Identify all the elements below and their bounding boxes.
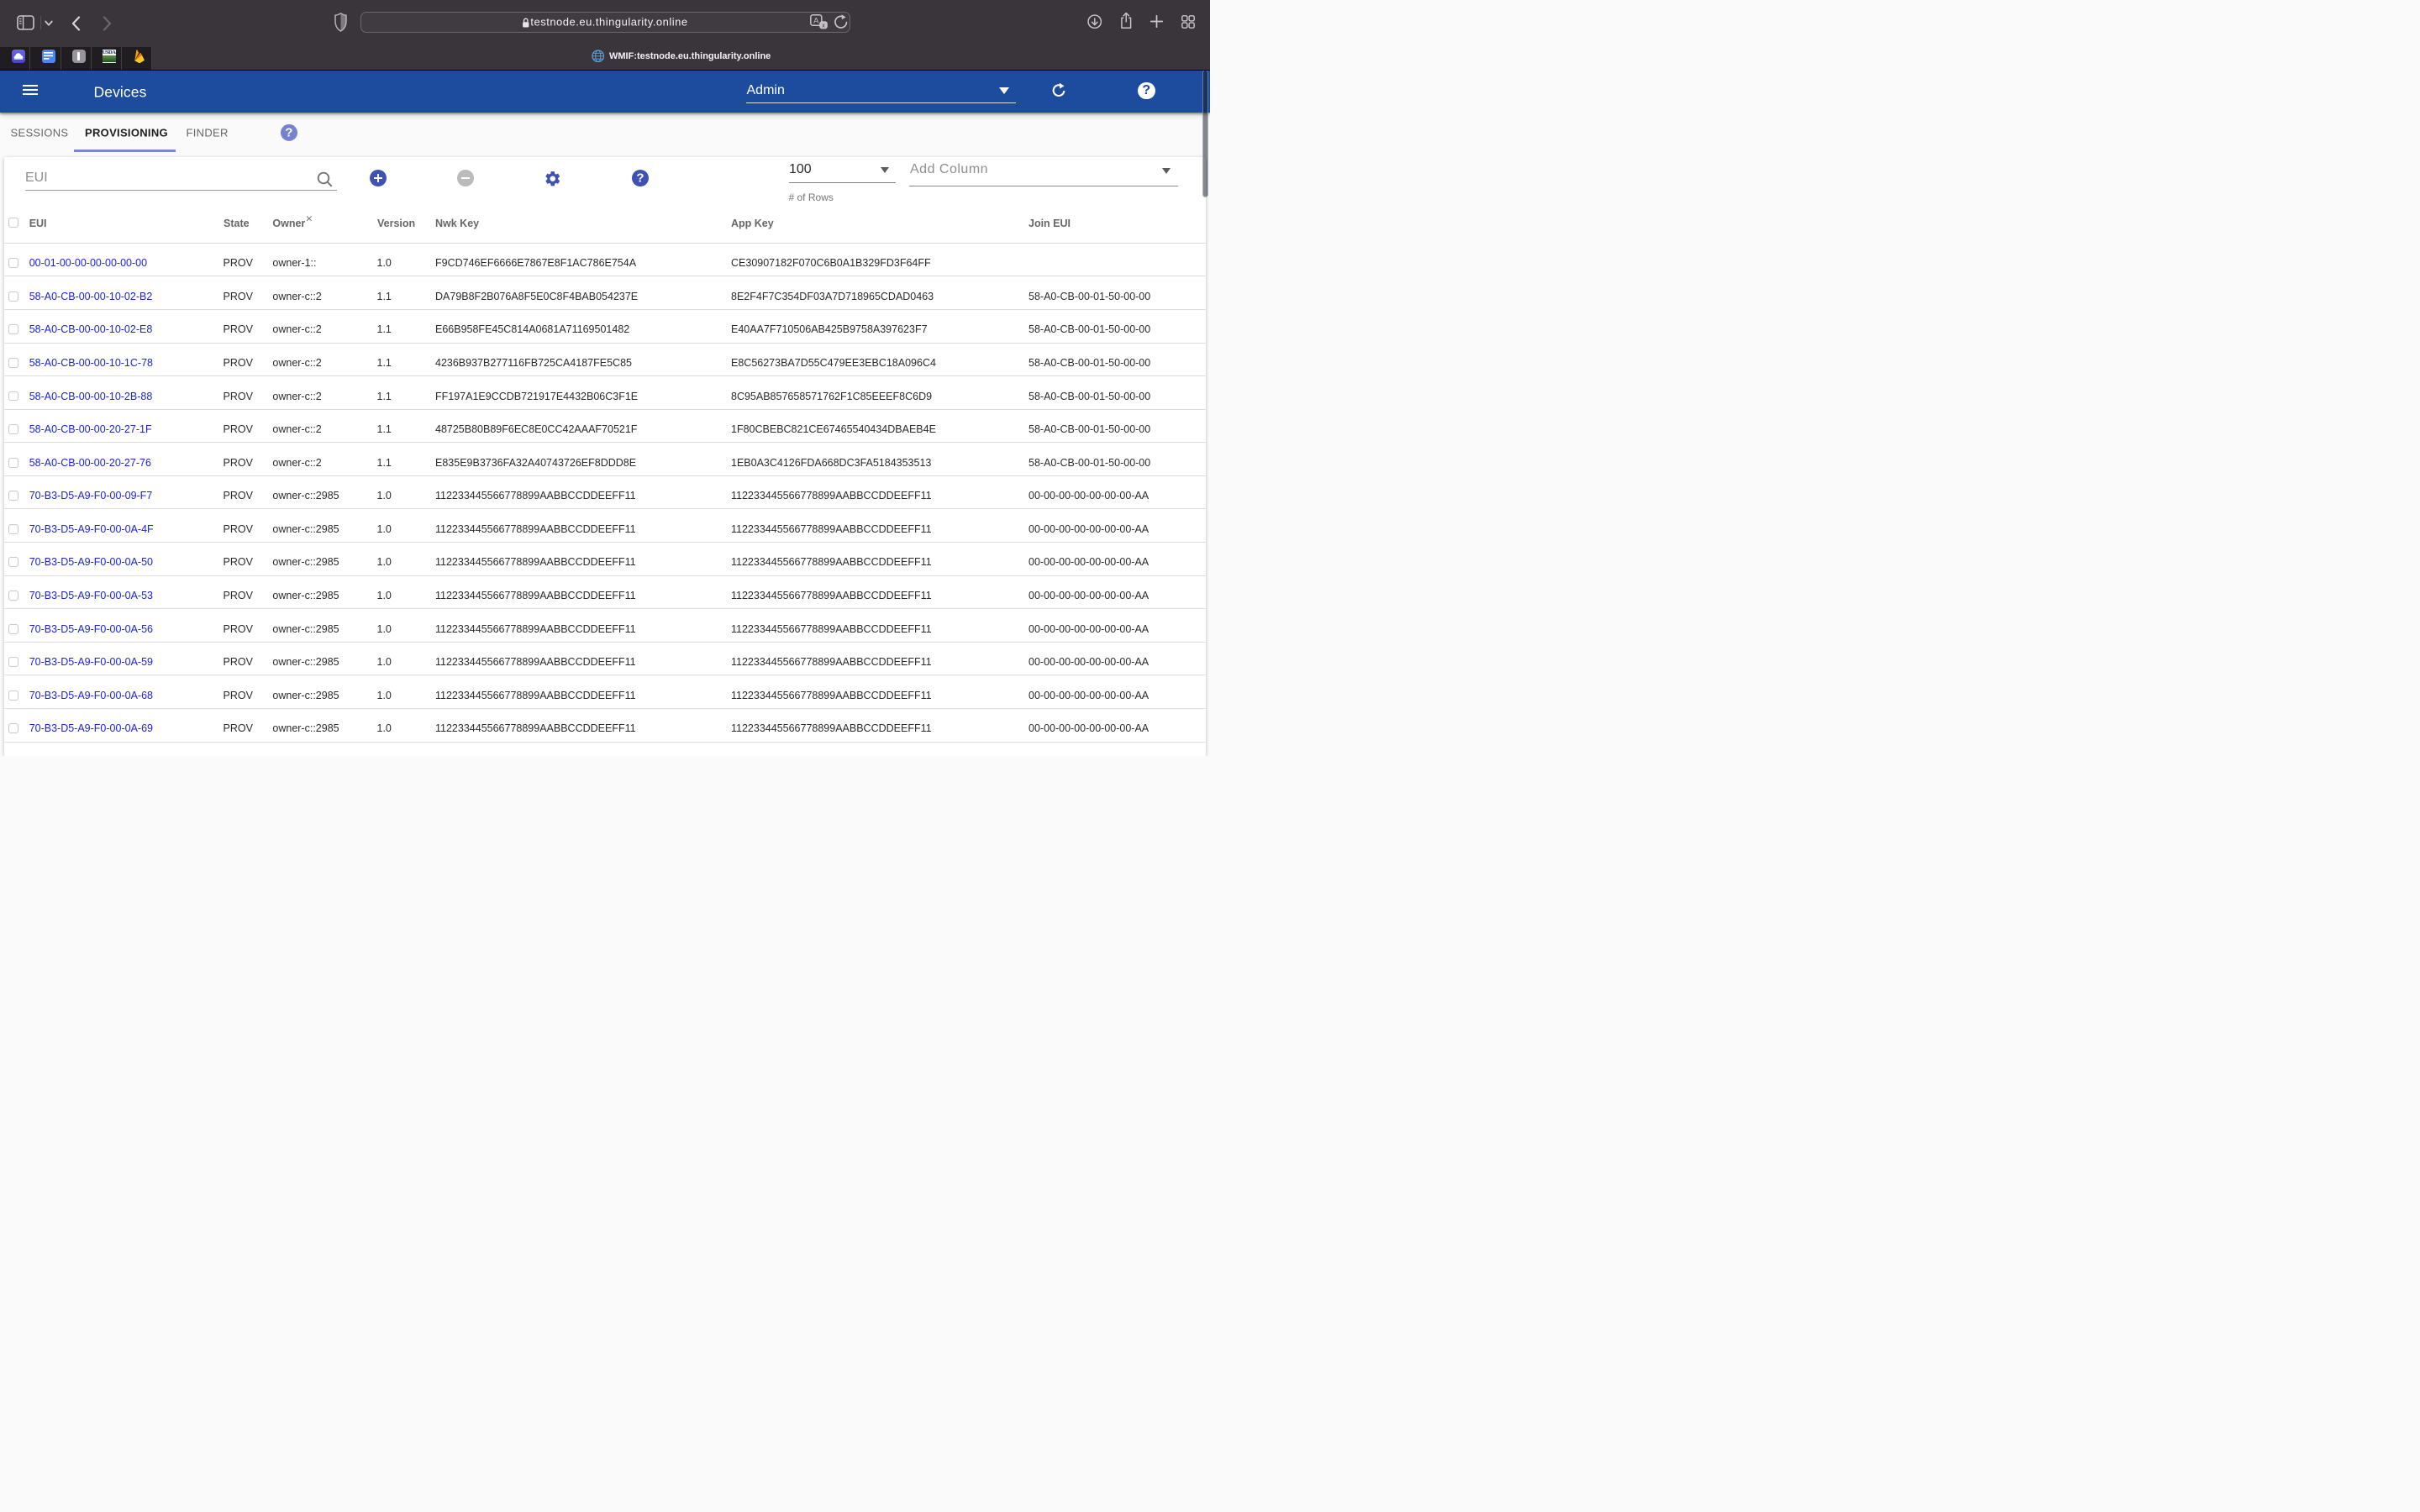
svg-text:A: A xyxy=(813,16,819,25)
svg-text:x: x xyxy=(822,23,825,29)
